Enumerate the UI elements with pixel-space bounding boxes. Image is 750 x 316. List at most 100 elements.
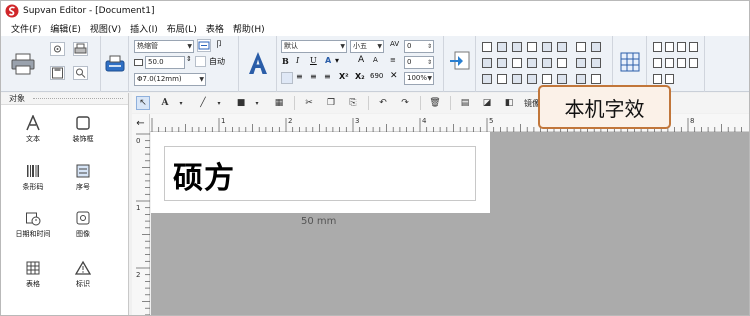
text-style-button[interactable] [244, 48, 272, 78]
arrange-tool-button[interactable] [576, 74, 586, 84]
text-tool-dropdown[interactable]: ▾ [174, 96, 188, 110]
redo-button[interactable]: ↷ [398, 96, 412, 110]
panel-grip[interactable] [33, 98, 123, 99]
align-right-button[interactable]: ≡ [310, 72, 317, 81]
menu-view[interactable]: 视图(V) [90, 22, 121, 35]
arrange-tool-button[interactable] [542, 74, 552, 84]
text-box-button[interactable]: ▤ [458, 96, 472, 110]
arrange-tool-button[interactable] [557, 58, 567, 68]
tube-size-select[interactable]: Φ7.0(12mm) ▼ [134, 73, 206, 86]
save-button[interactable] [50, 66, 65, 80]
object-text[interactable]: 文本 [10, 115, 56, 144]
arrange-tool-button[interactable] [497, 58, 507, 68]
split-button[interactable]: ◧ [502, 96, 516, 110]
bold-a-button[interactable]: ◪ [480, 96, 494, 110]
align-left-button[interactable] [281, 72, 293, 84]
table-op-button[interactable] [653, 58, 662, 68]
shrink-font-button[interactable]: A [373, 56, 378, 64]
cut-button[interactable]: ✂ [302, 96, 316, 110]
object-datetime[interactable]: 日期和时间 [10, 210, 56, 239]
bold-button[interactable]: B [282, 56, 289, 66]
align-center-button[interactable]: ≡ [296, 72, 303, 81]
line-tool-button[interactable]: ╱ [196, 96, 210, 110]
arrange-tool-button[interactable] [576, 42, 586, 52]
scale-select[interactable]: 100% ▼ [404, 72, 434, 85]
superscript-button[interactable]: X² [339, 72, 349, 81]
paper-orientation-button[interactable] [197, 39, 211, 52]
paste-button[interactable]: ⎘ [346, 96, 360, 110]
font-color-dropdown[interactable]: ▾ [335, 56, 339, 65]
label-paper[interactable]: 硕方 [151, 132, 490, 213]
delete-button[interactable]: 🗑 [428, 96, 442, 110]
underline-button[interactable]: U [310, 56, 317, 65]
arrange-tool-button[interactable] [542, 42, 552, 52]
arrange-tool-button[interactable] [527, 74, 537, 84]
font-color-button[interactable]: A [325, 56, 331, 65]
arrange-tool-button[interactable] [591, 42, 601, 52]
print-button[interactable] [9, 50, 37, 78]
menu-edit[interactable]: 编辑(E) [50, 22, 81, 35]
label-text-object[interactable]: 硕方 [173, 153, 235, 197]
table-op-button[interactable] [665, 74, 674, 84]
table-op-button[interactable] [653, 42, 662, 52]
arrange-tool-button[interactable] [591, 58, 601, 68]
text-tool-button[interactable]: A [158, 96, 172, 110]
font-name-select[interactable]: 默认 ▼ [281, 40, 347, 53]
italic-button[interactable]: I [296, 56, 299, 65]
object-barcode[interactable]: 条形码 [10, 163, 56, 192]
menu-table[interactable]: 表格 [206, 22, 224, 35]
design-canvas[interactable]: 硕方 50 mm [151, 132, 749, 315]
length-stepper[interactable]: ⇕ [186, 55, 192, 63]
table-op-button[interactable] [665, 58, 674, 68]
arrange-tool-button[interactable] [527, 42, 537, 52]
arrange-tool-button[interactable] [512, 58, 522, 68]
text-690-button[interactable]: 690 [370, 72, 383, 80]
auto-checkbox[interactable] [195, 56, 206, 67]
arrange-tool-button[interactable] [497, 42, 507, 52]
label-print-area[interactable]: 硕方 [164, 146, 476, 201]
arrange-tool-button[interactable] [557, 74, 567, 84]
import-button[interactable] [448, 48, 472, 74]
select-pointer-button[interactable]: ↖ [136, 96, 150, 110]
arrange-tool-button[interactable] [497, 74, 507, 84]
undo-button[interactable]: ↶ [376, 96, 390, 110]
table-op-button[interactable] [689, 58, 698, 68]
arrange-tool-button[interactable] [512, 42, 522, 52]
menu-layout[interactable]: 布局(L) [167, 22, 197, 35]
menu-insert[interactable]: 插入(I) [130, 22, 158, 35]
arrange-tool-button[interactable] [557, 42, 567, 52]
paper-type-select[interactable]: 热缩管 ▼ [134, 40, 194, 53]
copy-button[interactable]: ❐ [324, 96, 338, 110]
length-input[interactable]: 50.0 [145, 56, 185, 69]
arrange-tool-button[interactable] [512, 74, 522, 84]
arrange-tool-button[interactable] [542, 58, 552, 68]
table-op-button[interactable] [677, 58, 686, 68]
grow-font-button[interactable]: A [358, 55, 364, 65]
object-table[interactable]: 表格 [10, 260, 56, 289]
menu-help[interactable]: 帮助(H) [233, 22, 265, 35]
preview-button[interactable] [73, 66, 88, 80]
table-op-button[interactable] [665, 42, 674, 52]
subscript-button[interactable]: X₂ [355, 72, 365, 81]
device-button[interactable] [103, 50, 127, 78]
open-settings-button[interactable] [50, 42, 65, 56]
grid-tool-button[interactable]: ▦ [272, 96, 286, 110]
arrange-tool-button[interactable] [527, 58, 537, 68]
table-op-button[interactable] [689, 42, 698, 52]
ruler-corner-button[interactable]: ← [132, 114, 150, 132]
table-op-button[interactable] [653, 74, 662, 84]
rectangle-tool-dropdown[interactable]: ▾ [250, 96, 264, 110]
arrange-tool-button[interactable] [591, 74, 601, 84]
menu-file[interactable]: 文件(F) [11, 22, 41, 35]
rectangle-tool-button[interactable]: ■ [234, 96, 248, 110]
arrange-tool-button[interactable] [482, 58, 492, 68]
object-serial[interactable]: 序号 [60, 163, 106, 192]
justify-button[interactable]: ≡ [324, 72, 331, 81]
font-size-select[interactable]: 小五 ▼ [350, 40, 384, 53]
arrange-tool-button[interactable] [576, 58, 586, 68]
object-frame[interactable]: 装饰框 [60, 115, 106, 144]
object-image[interactable]: 图像 [60, 210, 106, 239]
object-warning[interactable]: 标识 [60, 260, 106, 289]
arrange-tool-button[interactable] [482, 42, 492, 52]
char-spacing-input[interactable]: 0 ⇕ [404, 40, 434, 53]
